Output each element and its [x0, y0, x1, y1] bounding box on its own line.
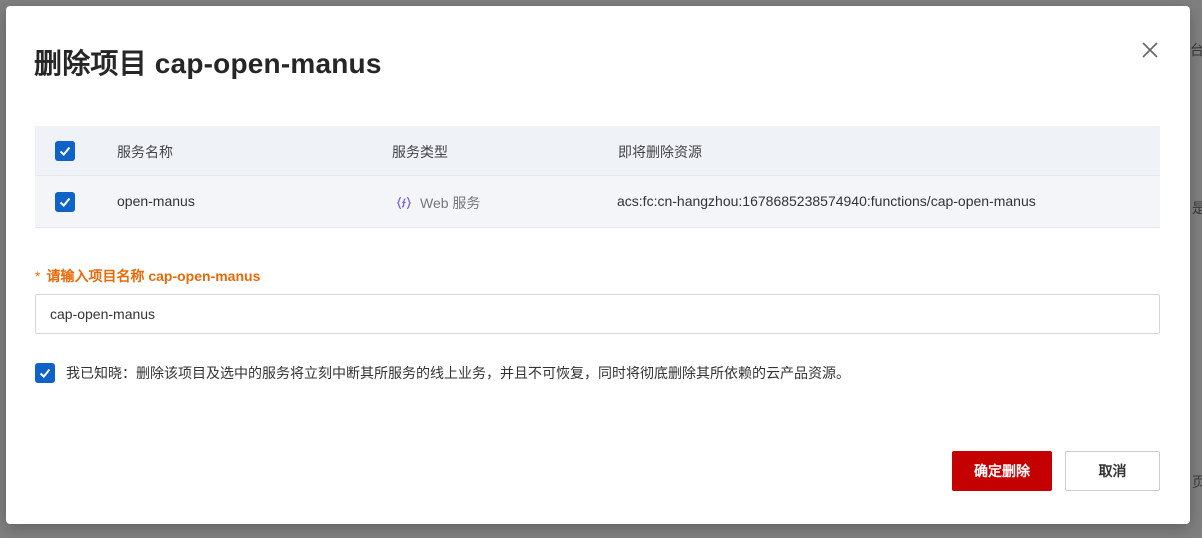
service-name: open-manus [117, 193, 195, 209]
service-type-label: Web 服务 [420, 195, 481, 211]
acknowledge-checkbox[interactable] [35, 363, 55, 383]
cancel-button[interactable]: 取消 [1065, 451, 1160, 491]
row-checkbox[interactable] [55, 192, 75, 212]
project-name-input[interactable] [35, 294, 1160, 334]
dialog-title: 删除项目 cap-open-manus [34, 48, 382, 79]
acknowledge-row: 我已知晓：删除该项目及选中的服务将立刻中断其所服务的线上业务，并且不可恢复，同时… [35, 363, 850, 383]
resource-arn: acs:fc:cn-hangzhou:1678685238574940:func… [617, 193, 1036, 209]
services-table: 服务名称 服务类型 即将删除资源 open-manus Web 服务 acs:f… [35, 126, 1160, 228]
project-name-label: * 请输入项目名称 cap-open-manus [35, 266, 260, 286]
backdrop-text-fragment: 是 [1192, 200, 1202, 216]
select-all-checkbox[interactable] [55, 141, 75, 161]
column-header-resource: 即将删除资源 [618, 144, 702, 160]
table-row: open-manus Web 服务 acs:fc:cn-hangzhou:167… [35, 176, 1160, 228]
table-header: 服务名称 服务类型 即将删除资源 [35, 126, 1160, 176]
project-name-label-text: 请输入项目名称 cap-open-manus [46, 268, 261, 284]
check-icon [59, 146, 71, 156]
delete-project-dialog: 删除项目 cap-open-manus 服务名称 服务类型 即将删除资源 ope… [6, 6, 1190, 524]
service-type: Web 服务 [396, 193, 480, 213]
confirm-delete-button[interactable]: 确定删除 [952, 451, 1052, 491]
acknowledge-text: 我已知晓：删除该项目及选中的服务将立刻中断其所服务的线上业务，并且不可恢复，同时… [66, 365, 850, 381]
function-icon [397, 196, 411, 210]
column-header-service-name: 服务名称 [117, 144, 173, 160]
close-icon [1142, 42, 1158, 58]
close-button[interactable] [1139, 39, 1161, 61]
required-mark: * [35, 268, 41, 284]
backdrop-text-fragment: 页 [1192, 474, 1202, 490]
check-icon [59, 197, 71, 207]
check-icon [39, 368, 51, 378]
backdrop-text-fragment: 台 [1190, 42, 1202, 58]
column-header-service-type: 服务类型 [392, 144, 448, 160]
